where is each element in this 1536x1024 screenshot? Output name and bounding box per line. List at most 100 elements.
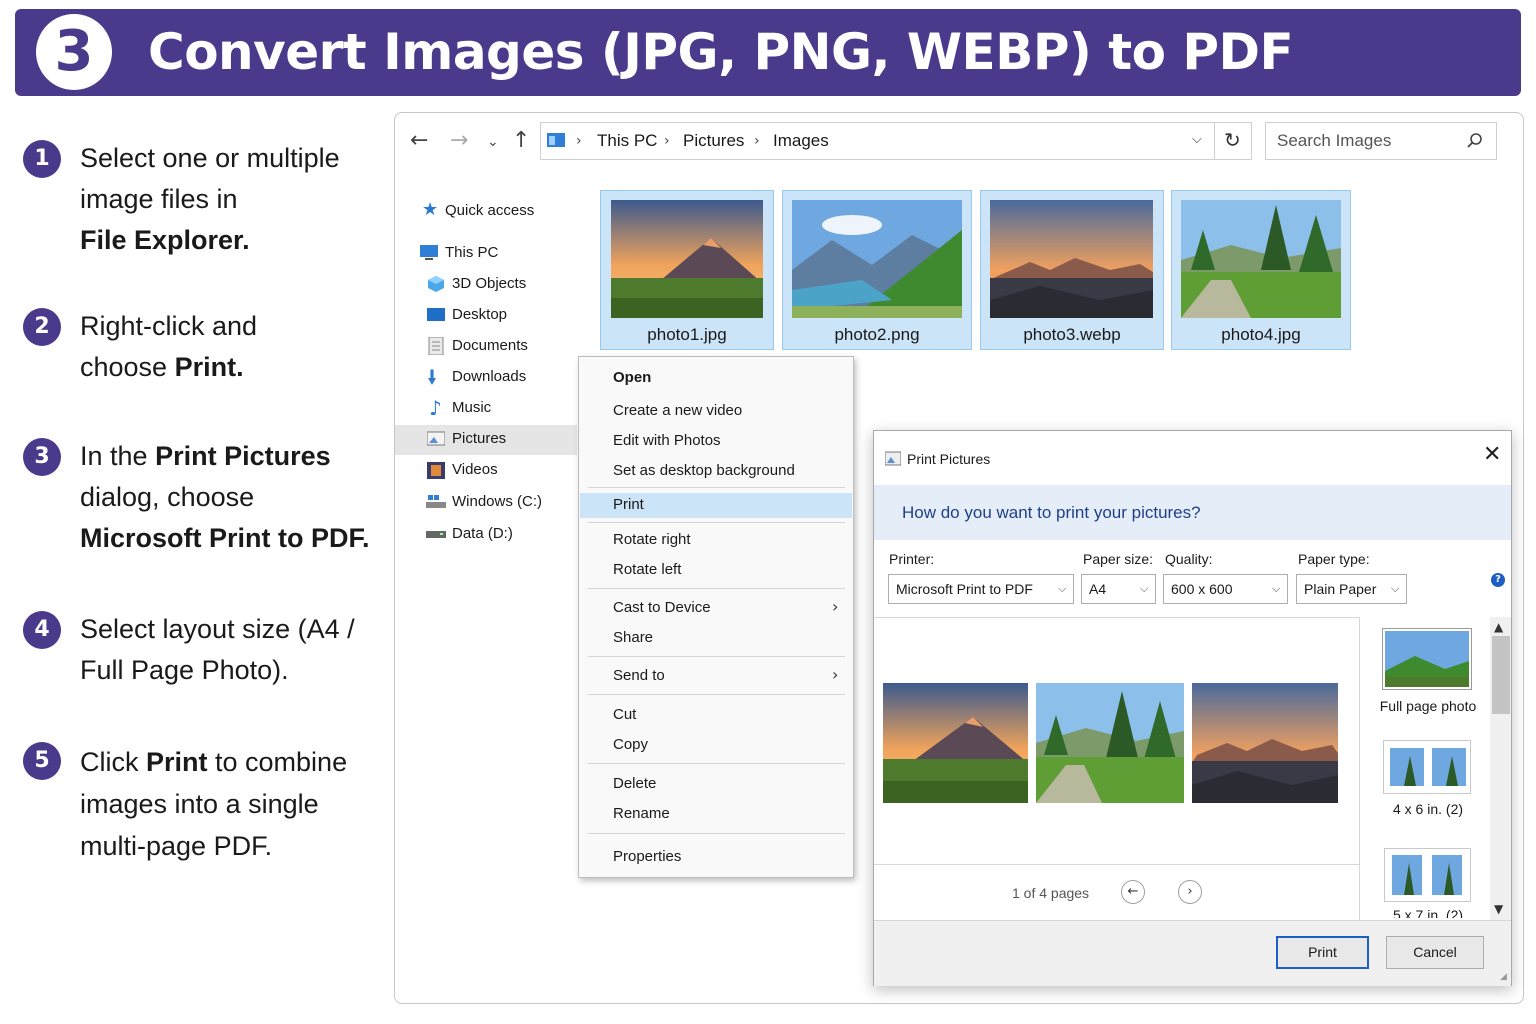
- dialog-question: How do you want to print your pictures?: [902, 503, 1201, 522]
- nav-this-pc[interactable]: This PC: [445, 243, 498, 263]
- refresh-icon[interactable]: ↻: [1224, 128, 1241, 152]
- photo3-thumbnail-image: [990, 200, 1153, 318]
- chevron-down-icon: ⌵: [1058, 582, 1067, 595]
- search-placeholder: Search Images: [1277, 131, 1392, 150]
- menu-item-set-desktop-background[interactable]: Set as desktop background: [613, 461, 795, 481]
- step-4-number: 4: [23, 611, 61, 649]
- chevron-down-icon: ⌵: [1391, 582, 1400, 595]
- nav-item-downloads[interactable]: Downloads: [452, 367, 526, 387]
- layout-4x6-thumbnail-icon: [1390, 748, 1466, 786]
- step-5-text: Click Print to combine images into a sin…: [80, 747, 348, 861]
- menu-item-open[interactable]: Open: [613, 368, 651, 388]
- menu-item-delete[interactable]: Delete: [613, 774, 656, 794]
- printer-select[interactable]: Microsoft Print to PDF: [888, 574, 1074, 604]
- preview-photo1-image: [883, 683, 1028, 803]
- menu-item-create-video[interactable]: Create a new video: [613, 401, 742, 421]
- photo4-thumbnail-image: [1181, 200, 1341, 318]
- page-title: Convert Images (JPG, PNG, WEBP) to PDF: [148, 23, 1294, 81]
- step-2-text: Right-click and choose Print.: [80, 311, 258, 382]
- menu-item-share[interactable]: Share: [613, 628, 653, 648]
- pictures-icon: [427, 431, 445, 446]
- step-4-text: Select layout size (A4 / Full Page Photo…: [80, 614, 355, 685]
- paper-type-label: Paper type:: [1298, 551, 1370, 567]
- document-icon: [428, 337, 444, 355]
- submenu-chevron-icon: ›: [832, 597, 839, 616]
- breadcrumb-images[interactable]: Images: [773, 129, 829, 153]
- page-indicator: 1 of 4 pages: [1012, 885, 1090, 901]
- quality-select[interactable]: 600 x 600: [1163, 574, 1288, 604]
- menu-item-cut[interactable]: Cut: [613, 705, 636, 725]
- music-note-icon: ♪: [429, 396, 442, 420]
- printer-label: Printer:: [889, 551, 935, 567]
- preview-photo3-image: [1192, 683, 1338, 803]
- address-dropdown-chevron-icon[interactable]: ⌵: [1192, 132, 1202, 147]
- layout-label-4x6: 4 x 6 in. (2): [1392, 801, 1464, 817]
- nav-item-pictures[interactable]: Pictures: [452, 429, 506, 449]
- dialog-title: Print Pictures: [907, 451, 991, 467]
- menu-item-edit-with-photos[interactable]: Edit with Photos: [613, 431, 721, 451]
- file-name-photo2: photo2.png: [834, 325, 920, 344]
- breadcrumb-pictures[interactable]: Pictures: [683, 129, 744, 153]
- monitor-icon: [420, 245, 438, 260]
- nav-item-documents[interactable]: Documents: [452, 336, 528, 356]
- photo2-thumbnail-image: [792, 200, 962, 318]
- breadcrumb-this-pc[interactable]: This PC: [597, 129, 657, 153]
- chevron-down-icon: ⌵: [1272, 582, 1281, 595]
- previous-page-arrow-icon[interactable]: ←: [1121, 880, 1145, 904]
- menu-item-send-to[interactable]: Send to: [613, 666, 665, 686]
- menu-item-rotate-right[interactable]: Rotate right: [613, 530, 691, 550]
- menu-item-copy[interactable]: Copy: [613, 735, 648, 755]
- forward-arrow-icon[interactable]: →: [450, 126, 468, 156]
- banner-step-number: 3: [36, 14, 112, 90]
- nav-item-windows-c[interactable]: Windows (C:): [452, 492, 542, 512]
- pager-bar: [874, 864, 1359, 921]
- layout-label-full-page: Full page photo: [1379, 698, 1477, 714]
- full-page-photo-thumbnail-icon: [1385, 631, 1469, 687]
- scrollbar-thumb[interactable]: [1492, 636, 1510, 714]
- address-divider: [1214, 122, 1215, 160]
- menu-separator: [588, 487, 845, 488]
- scroll-up-chevron-icon[interactable]: ▲: [1494, 619, 1503, 635]
- windows-drive-icon: [426, 495, 446, 508]
- submenu-chevron-icon: ›: [832, 665, 839, 684]
- nav-item-music[interactable]: Music: [452, 398, 491, 418]
- preview-photo4-image: [1036, 683, 1184, 803]
- menu-separator: [588, 694, 845, 695]
- back-arrow-icon[interactable]: ←: [410, 126, 428, 156]
- video-film-icon: [427, 462, 445, 479]
- layout-5x7-thumbnail-icon: [1392, 855, 1462, 895]
- desktop-icon: [427, 308, 445, 321]
- menu-item-rename[interactable]: Rename: [613, 804, 670, 824]
- scroll-down-chevron-icon[interactable]: ▼: [1494, 901, 1503, 917]
- drive-icon: [426, 531, 446, 538]
- step-5-number: 5: [23, 742, 61, 780]
- recent-dropdown-chevron-icon[interactable]: ⌄: [487, 127, 499, 157]
- step-3-number: 3: [23, 438, 61, 476]
- nav-item-data-d[interactable]: Data (D:): [452, 524, 513, 544]
- file-name-photo3: photo3.webp: [1023, 325, 1121, 344]
- nav-item-3d-objects[interactable]: 3D Objects: [452, 274, 526, 294]
- close-icon[interactable]: ✕: [1483, 444, 1501, 466]
- cancel-button[interactable]: Cancel: [1386, 936, 1484, 969]
- layout-label-5x7: 5 x 7 in. (2): [1392, 907, 1464, 918]
- nav-quick-access[interactable]: Quick access: [445, 201, 534, 221]
- print-button[interactable]: Print: [1276, 936, 1369, 969]
- file-name-photo4: photo4.jpg: [1221, 325, 1301, 344]
- resize-grip-icon[interactable]: ◢: [1500, 972, 1507, 982]
- cube-icon: [428, 276, 444, 292]
- next-page-chevron-icon[interactable]: ›: [1178, 880, 1202, 904]
- menu-item-rotate-left[interactable]: Rotate left: [613, 560, 681, 580]
- menu-item-print[interactable]: Print: [613, 495, 644, 515]
- menu-item-properties[interactable]: Properties: [613, 847, 681, 867]
- step-3-text: In the Print Pictures dialog, choose Mic…: [80, 441, 370, 553]
- nav-item-desktop[interactable]: Desktop: [452, 305, 507, 325]
- step-1-text: Select one or multiple image files in Fi…: [80, 143, 340, 255]
- up-arrow-icon[interactable]: ↑: [512, 126, 530, 156]
- search-icon[interactable]: [1466, 132, 1484, 150]
- nav-item-videos[interactable]: Videos: [452, 460, 498, 480]
- layout-label-5x7-clip: 5 x 7 in. (2): [1359, 906, 1489, 918]
- menu-item-cast-to-device[interactable]: Cast to Device: [613, 598, 711, 618]
- help-icon[interactable]: ?: [1491, 573, 1505, 587]
- menu-separator: [588, 833, 845, 834]
- quality-label: Quality:: [1165, 551, 1213, 567]
